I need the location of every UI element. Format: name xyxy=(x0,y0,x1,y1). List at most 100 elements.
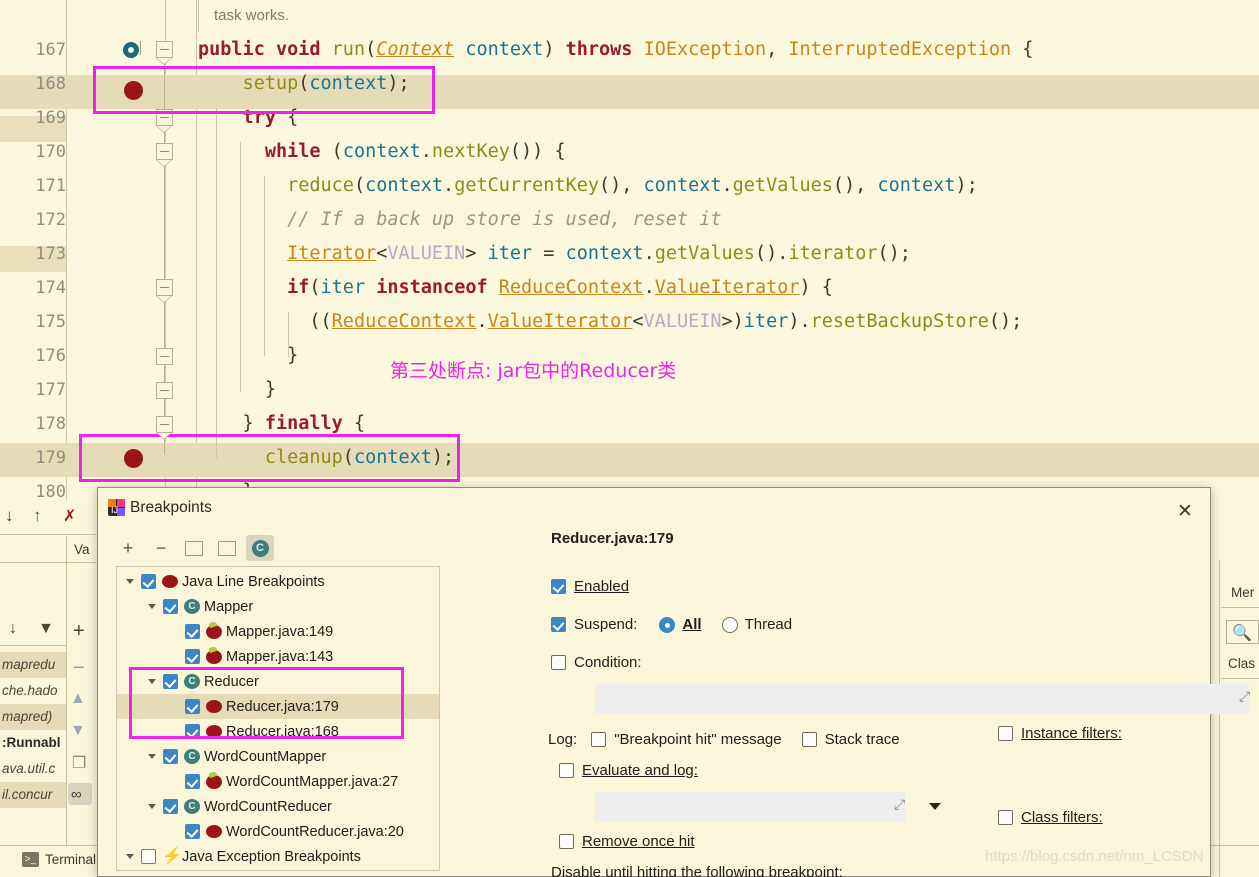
evaluate-and-log-row[interactable]: Evaluate and log: xyxy=(559,762,698,779)
terminal-tab[interactable]: Terminal xyxy=(45,852,96,867)
memory-tab[interactable]: Mer xyxy=(1231,585,1254,600)
expand-editor-icon[interactable]: ⤢ xyxy=(1239,688,1250,705)
tree-row[interactable]: C Mapper xyxy=(117,594,439,619)
frame-divider xyxy=(0,645,66,646)
chevron-down-icon[interactable] xyxy=(123,575,137,589)
tree-checkbox[interactable] xyxy=(185,774,200,789)
group-by-class-button[interactable]: C xyxy=(246,535,274,561)
step-out-icon[interactable]: ↑ xyxy=(33,506,42,526)
tree-checkbox[interactable] xyxy=(185,624,200,639)
fold-marker[interactable] xyxy=(156,382,173,399)
filter-icon[interactable]: ▼ xyxy=(38,620,54,638)
tree-row-label: WordCountReducer xyxy=(204,798,332,815)
code-line[interactable]: // If a back up store is used, reset it xyxy=(198,203,721,237)
remove-once-hit-checkbox[interactable] xyxy=(559,834,574,849)
chevron-down-icon[interactable] xyxy=(145,600,159,614)
method-breakpoint-icon xyxy=(206,645,222,664)
tree-row[interactable]: ⚡ Java Exception Breakpoints xyxy=(117,844,439,869)
tree-row[interactable]: Mapper.java:143 xyxy=(117,644,439,669)
chevron-down-icon[interactable] xyxy=(145,750,159,764)
fold-marker[interactable] xyxy=(156,416,173,440)
chevron-down-icon[interactable] xyxy=(145,800,159,814)
code-line[interactable]: if(iter instanceof ReduceContext.ValueIt… xyxy=(198,271,833,305)
variables-tab-label[interactable]: Va xyxy=(74,542,90,557)
instance-filters-row[interactable]: Instance filters: xyxy=(998,725,1122,742)
log-stack-checkbox[interactable] xyxy=(801,732,817,747)
fold-marker[interactable] xyxy=(156,348,173,365)
evaluate-and-log-checkbox[interactable] xyxy=(559,763,574,778)
enabled-row[interactable]: Enabled xyxy=(551,578,629,595)
suspend-row[interactable]: Suspend: All Thread xyxy=(551,616,792,633)
expand-evaluate-editor-icon[interactable]: ⤢ xyxy=(894,796,905,813)
drop-frame-icon[interactable]: ✗ xyxy=(63,506,76,526)
log-message-checkbox[interactable] xyxy=(591,732,607,747)
breakpoint-dot-icon xyxy=(206,825,222,838)
add-breakpoint-button[interactable]: + xyxy=(114,535,142,561)
code-line[interactable]: } xyxy=(198,373,276,407)
instance-filters-checkbox[interactable] xyxy=(998,726,1013,741)
stack-frame-item[interactable]: che.hado xyxy=(0,678,66,704)
group-by-package-button[interactable] xyxy=(213,535,241,561)
sort-frames-icon[interactable]: ↓ xyxy=(9,620,17,638)
class-filters-row[interactable]: Class filters: xyxy=(998,809,1103,826)
code-line[interactable]: reduce(context.getCurrentKey(), context.… xyxy=(198,169,978,203)
tree-checkbox[interactable] xyxy=(185,649,200,664)
class-filters-checkbox[interactable] xyxy=(998,810,1013,825)
suspend-thread-radio[interactable] xyxy=(721,616,738,633)
suspend-all-radio[interactable] xyxy=(659,616,676,633)
tree-checkbox[interactable] xyxy=(163,749,178,764)
tree-row-label: Java Exception Breakpoints xyxy=(182,848,361,865)
class-icon: C xyxy=(184,749,200,764)
code-line[interactable]: while (context.nextKey()) { xyxy=(198,135,566,169)
move-up-icon[interactable]: ▲ xyxy=(70,690,86,708)
tree-row[interactable]: C WordCountMapper xyxy=(117,744,439,769)
tree-row[interactable]: WordCountMapper.java:27 xyxy=(117,769,439,794)
condition-input[interactable] xyxy=(595,684,1249,714)
fold-marker[interactable] xyxy=(156,279,173,303)
method-breakpoint-icon xyxy=(206,620,222,639)
code-line[interactable]: ((ReduceContext.ValueIterator<VALUEIN>)i… xyxy=(198,305,1022,339)
tree-row[interactable]: ⚡Any exception xyxy=(117,869,439,870)
close-icon[interactable]: ✕ xyxy=(1170,498,1200,524)
stack-frame-item[interactable]: mapredu xyxy=(0,652,66,678)
method-marker-icon xyxy=(208,645,218,653)
tree-checkbox[interactable] xyxy=(141,849,156,864)
force-step-into-icon[interactable]: ↓ xyxy=(5,506,14,526)
tree-checkbox[interactable] xyxy=(163,599,178,614)
tree-row[interactable]: Mapper.java:149 xyxy=(117,619,439,644)
enabled-label: Enabled xyxy=(574,578,630,595)
tree-checkbox[interactable] xyxy=(185,824,200,839)
tree-checkbox[interactable] xyxy=(141,574,156,589)
condition-row[interactable]: Condition: xyxy=(551,654,642,671)
code-line[interactable]: public void run(Context context) throws … xyxy=(198,33,1033,67)
tree-row[interactable]: WordCountReducer.java:20 xyxy=(117,819,439,844)
class-filters-label: Class filters: xyxy=(1021,809,1103,826)
code-line[interactable]: Iterator<VALUEIN> iter = context.getValu… xyxy=(198,237,911,271)
tree-row[interactable]: C WordCountReducer xyxy=(117,794,439,819)
enabled-checkbox[interactable] xyxy=(551,579,566,594)
chevron-down-icon[interactable] xyxy=(123,850,137,864)
breakpoints-dialog[interactable]: IJ Breakpoints ✕ + − C Java Line Breakpoin… xyxy=(97,487,1250,877)
suspend-checkbox[interactable] xyxy=(551,617,566,632)
code-editor[interactable]: task works. 167 public void run(Context c… xyxy=(0,0,1259,502)
dialog-toolbar[interactable]: + − C xyxy=(114,535,314,565)
tree-checkbox[interactable] xyxy=(163,799,178,814)
fold-marker[interactable] xyxy=(156,41,173,65)
remove-once-hit-row[interactable]: Remove once hit xyxy=(559,833,695,850)
add-watch-icon[interactable]: + xyxy=(73,620,85,643)
stack-frame-item[interactable]: il.concur xyxy=(0,782,66,808)
move-down-icon[interactable]: ▼ xyxy=(70,722,86,740)
stack-frame-item[interactable]: :Runnabl xyxy=(0,730,66,756)
evaluate-history-dropdown-icon[interactable] xyxy=(929,803,941,810)
fold-marker[interactable] xyxy=(156,143,173,167)
group-by-file-button[interactable] xyxy=(180,535,208,561)
remove-watch-icon[interactable]: − xyxy=(73,657,85,680)
stack-frame-item[interactable]: mapred) xyxy=(0,704,66,730)
remove-breakpoint-button[interactable]: − xyxy=(147,535,175,561)
condition-checkbox[interactable] xyxy=(551,655,566,670)
code-line[interactable]: } xyxy=(198,339,298,373)
copy-value-icon[interactable]: ❐ xyxy=(72,753,86,773)
stack-frame-item[interactable]: ava.util.c xyxy=(0,756,66,782)
tree-row[interactable]: Java Line Breakpoints xyxy=(117,569,439,594)
evaluate-and-log-input[interactable] xyxy=(595,792,905,822)
